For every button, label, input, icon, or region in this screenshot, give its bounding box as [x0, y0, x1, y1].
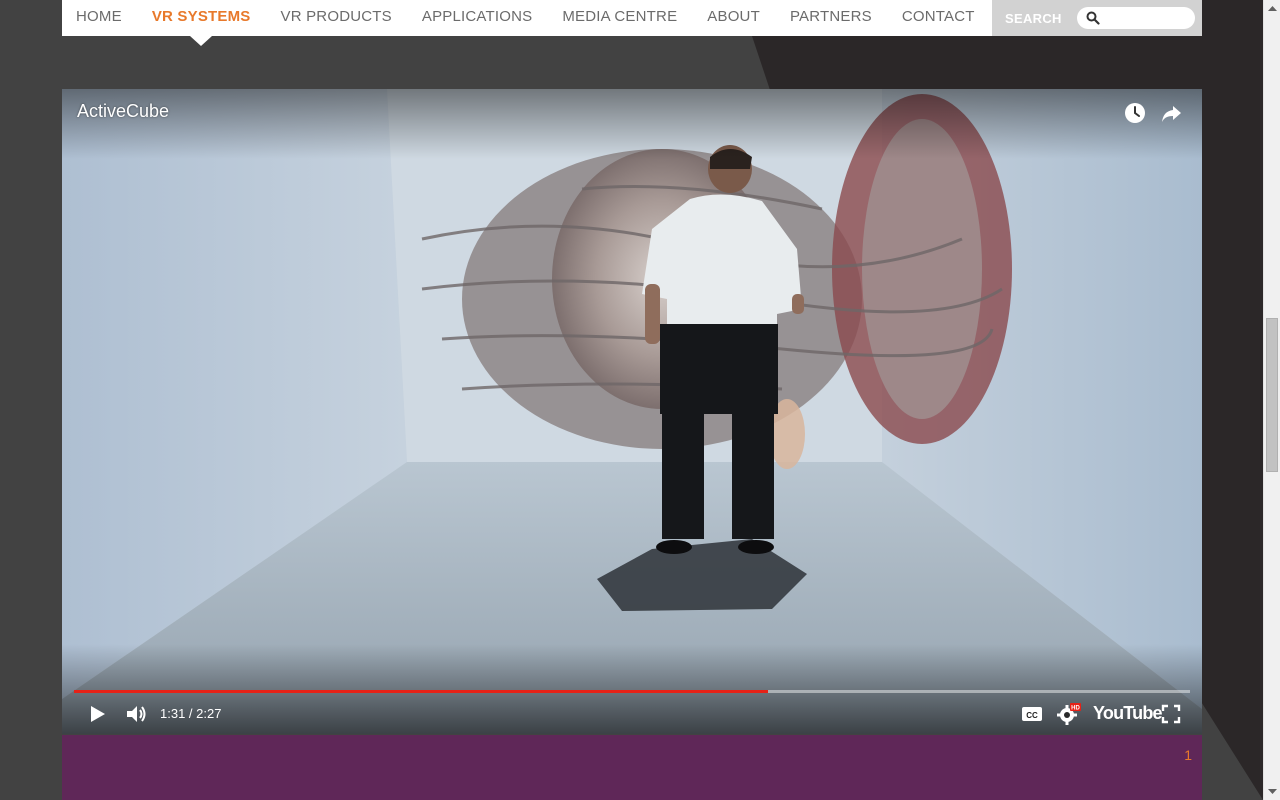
captions-label: CC	[1026, 711, 1038, 720]
video-title[interactable]: ActiveCube	[77, 101, 169, 122]
nav-item-vr-products[interactable]: VR PRODUCTS	[266, 0, 407, 36]
nav-item-vr-systems[interactable]: VR SYSTEMS	[137, 0, 266, 46]
nav-item-vr-systems-label: VR SYSTEMS	[151, 8, 251, 25]
volume-icon[interactable]	[124, 702, 148, 726]
nav-item-contact[interactable]: CONTACT	[887, 0, 990, 36]
nav-item-about[interactable]: ABOUT	[692, 0, 775, 36]
search-box: SEARCH	[992, 0, 1202, 36]
top-overlay-gradient	[62, 89, 1202, 159]
captions-icon[interactable]: CC	[1020, 703, 1044, 725]
nav-item-partners[interactable]: PARTNERS	[775, 0, 887, 36]
search-icon[interactable]	[1086, 11, 1100, 25]
settings-hd-icon[interactable]: HD	[1056, 701, 1082, 727]
share-icon[interactable]	[1160, 102, 1182, 124]
nav-item-media-centre[interactable]: MEDIA CENTRE	[547, 0, 692, 36]
video-frame[interactable]	[62, 89, 1202, 734]
time-display: 1:31 / 2:27	[160, 706, 222, 721]
progress-bar-played	[74, 690, 769, 693]
main-navigation: HOME VR SYSTEMS VR PRODUCTS APPLICATIONS…	[62, 0, 1202, 46]
watch-later-icon[interactable]	[1124, 102, 1146, 124]
page-number[interactable]: 1	[1184, 747, 1192, 763]
search-input[interactable]	[1103, 10, 1189, 26]
content-panel: 1	[62, 735, 1202, 800]
hd-badge: HD	[1071, 706, 1080, 712]
video-player[interactable]: ActiveCube 1:31 / 2:27 CC HD YouTube	[62, 89, 1202, 734]
scroll-up-arrow-icon[interactable]	[1264, 0, 1280, 17]
fullscreen-icon[interactable]	[1160, 703, 1182, 725]
player-controls: 1:31 / 2:27 CC HD YouTube	[62, 696, 1202, 732]
nav-item-applications[interactable]: APPLICATIONS	[407, 0, 547, 36]
nav-item-home[interactable]: HOME	[62, 0, 137, 36]
progress-bar[interactable]	[74, 690, 1190, 693]
scroll-down-arrow-icon[interactable]	[1264, 783, 1280, 800]
play-icon[interactable]	[86, 703, 108, 725]
active-nav-caret	[190, 36, 213, 46]
search-field[interactable]	[1077, 7, 1195, 29]
search-label: SEARCH	[1005, 10, 1062, 26]
scrollbar-thumb[interactable]	[1266, 318, 1278, 472]
page-scrollbar[interactable]	[1263, 0, 1280, 800]
youtube-logo[interactable]: YouTube	[1093, 703, 1163, 724]
